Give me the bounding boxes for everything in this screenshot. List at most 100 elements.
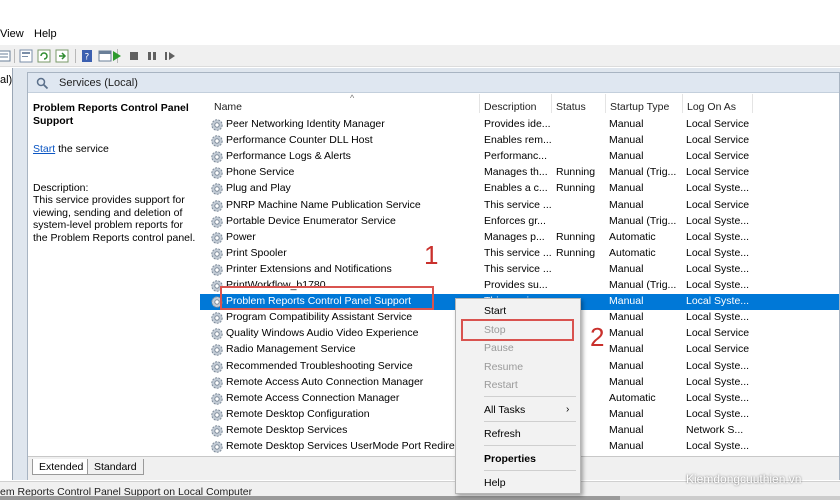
table-row[interactable]: Performance Counter DLL Host Enables rem.… (200, 133, 839, 149)
cell-description: Enables rem... (484, 134, 552, 147)
table-row[interactable]: Printer Extensions and Notifications This… (200, 262, 839, 278)
menu-item-properties[interactable]: Properties (484, 453, 536, 465)
service-title: Problem Reports Control Panel Support (33, 102, 189, 127)
restart-service-icon[interactable] (162, 48, 178, 64)
start-service-icon[interactable] (108, 48, 124, 64)
cell-log-on-as: Local Service (686, 166, 750, 179)
export-list-icon[interactable] (54, 48, 70, 64)
service-gear-icon (211, 151, 223, 163)
cell-description: Manages p... (484, 230, 545, 243)
table-row[interactable]: Portable Device Enumerator Service Enforc… (200, 214, 839, 230)
service-gear-icon (211, 119, 223, 131)
svg-text:?: ? (85, 53, 90, 63)
search-icon (36, 77, 49, 90)
scrollbar-thumb[interactable] (0, 496, 620, 500)
pause-service-icon[interactable] (144, 48, 160, 64)
column-header-log-on-as[interactable]: Log On As (683, 94, 753, 113)
pane-header: Services (Local) (28, 73, 839, 93)
menu-help[interactable]: Help (34, 28, 57, 40)
pane-title: Services (Local) (59, 77, 138, 89)
cell-name: Remote Access Connection Manager (226, 391, 400, 404)
column-header-status[interactable]: Status (552, 94, 606, 113)
table-row[interactable]: Performance Logs & Alerts Performanc... Ma… (200, 149, 839, 165)
cell-log-on-as: Local Syste... (686, 375, 750, 388)
menu-item-all-tasks[interactable]: All Tasks (484, 404, 525, 416)
cell-name: Performance Logs & Alerts (226, 150, 351, 163)
service-gear-icon (211, 392, 223, 405)
start-service-link[interactable]: Start (33, 143, 55, 155)
cell-log-on-as: Local Service (686, 198, 750, 211)
cell-log-on-as: Local Syste... (686, 407, 750, 420)
menu-item-refresh[interactable]: Refresh (484, 428, 521, 440)
menu-view[interactable]: View (0, 28, 24, 40)
menu-bar: View Help (0, 0, 840, 44)
services-pane: Services (Local) Problem Reports Control… (27, 72, 840, 480)
tab-standard[interactable]: Standard (87, 459, 144, 475)
cell-log-on-as: Local Syste... (686, 262, 750, 275)
console-tree-label: al) (0, 74, 13, 86)
menu-item-restart: Restart (484, 379, 518, 391)
cell-startup-type: Manual (609, 150, 644, 163)
table-row[interactable]: Power Manages p... Running Automatic Local S… (200, 230, 839, 246)
cell-log-on-as: Local Service (686, 134, 750, 147)
menu-separator (484, 421, 576, 422)
annotation-number-one: 1 (424, 240, 439, 270)
cell-log-on-as: Local Syste... (686, 246, 750, 259)
properties-icon[interactable] (18, 48, 34, 64)
cell-status: Running (556, 230, 596, 243)
cell-startup-type: Manual (609, 423, 644, 436)
service-gear-icon (211, 360, 223, 373)
cell-description: Performanc... (484, 150, 548, 163)
table-row[interactable]: PNRP Machine Name Publication Service Thi… (200, 198, 839, 214)
column-header-description[interactable]: Description (480, 94, 552, 113)
stop-service-icon[interactable] (126, 48, 142, 64)
service-gear-icon (211, 215, 223, 228)
annotation-number-two: 2 (590, 322, 605, 352)
cell-startup-type: Manual (609, 262, 644, 275)
start-service-line: Start the service (33, 143, 109, 155)
service-gear-icon (211, 248, 223, 260)
horizontal-scrollbar[interactable] (0, 496, 840, 500)
cell-log-on-as: Local Syste... (686, 295, 750, 308)
cell-name: Performance Counter DLL Host (226, 134, 373, 147)
table-row[interactable]: Phone Service Manages th... Running Manual … (200, 165, 839, 181)
menu-item-help[interactable]: Help (484, 477, 506, 489)
service-gear-icon (211, 135, 223, 147)
cell-startup-type: Automatic (609, 246, 656, 259)
cell-log-on-as: Local Syste... (686, 182, 750, 195)
cell-log-on-as: Local Syste... (686, 359, 750, 372)
cell-log-on-as: Local Service (686, 118, 750, 130)
console-tree-pane[interactable]: al) (0, 68, 13, 480)
table-row[interactable]: Plug and Play Enables a c... Running Manual… (200, 181, 839, 197)
table-row[interactable]: Peer Networking Identity Manager Provides… (200, 117, 839, 133)
cell-name: PNRP Machine Name Publication Service (226, 198, 421, 211)
properties-sheet-icon[interactable] (0, 48, 12, 64)
table-row[interactable]: Print Spooler This service ... Running Auto… (200, 246, 839, 262)
start-service-suffix: the service (55, 143, 109, 155)
column-header-status-label: Status (556, 101, 586, 113)
cell-startup-type: Manual (Trig... (609, 214, 677, 227)
menu-item-pause: Pause (484, 342, 514, 354)
service-gear-icon (211, 312, 223, 324)
tab-extended[interactable]: Extended (32, 459, 91, 475)
menu-item-start[interactable]: Start (484, 305, 506, 317)
cell-description: Manages th... (484, 166, 548, 179)
service-gear-icon (211, 199, 223, 212)
column-header-name[interactable]: Name ^ (210, 94, 480, 113)
cell-name: Remote Desktop Configuration (226, 407, 370, 420)
cell-description: Provides su... (484, 279, 548, 291)
cell-name: Quality Windows Audio Video Experience (226, 327, 419, 340)
cell-name: Plug and Play (226, 182, 291, 195)
column-header-startup-type[interactable]: Startup Type (606, 94, 683, 113)
cell-description: This service ... (484, 262, 552, 275)
toolbar: ? (0, 45, 840, 67)
cell-description: This service ... (484, 246, 552, 259)
cell-description: Provides ide... (484, 118, 551, 130)
toolbar-separator (14, 49, 15, 63)
help-book-icon[interactable]: ? (79, 48, 95, 64)
refresh-icon[interactable] (36, 48, 52, 64)
annotation-box-selected-service (220, 286, 434, 310)
cell-name: Recommended Troubleshooting Service (226, 359, 413, 372)
cell-log-on-as: Network S... (686, 423, 744, 436)
cell-startup-type: Manual (609, 134, 644, 147)
